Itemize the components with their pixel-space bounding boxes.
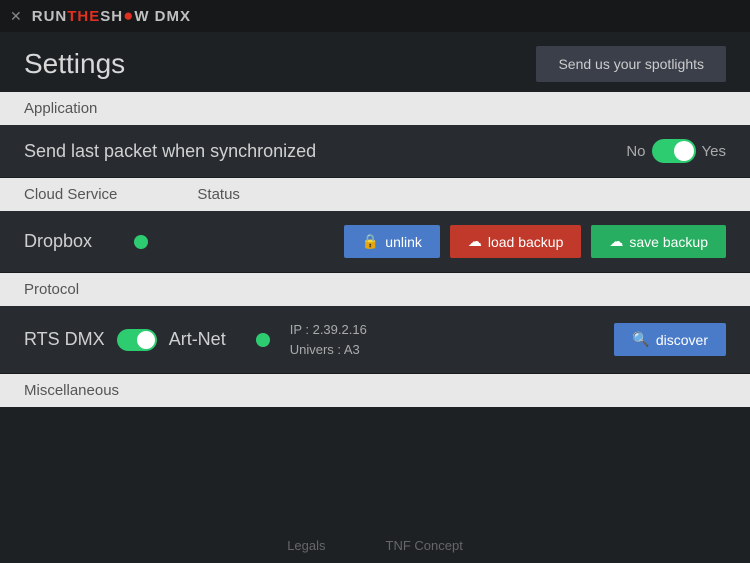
save-backup-button[interactable]: ☁ save backup	[591, 225, 726, 258]
unlink-button[interactable]: 🔒 unlink	[344, 225, 440, 258]
sync-toggle[interactable]	[652, 139, 696, 163]
dropbox-row: Dropbox 🔒 unlink ☁ load backup ☁ save ba…	[0, 211, 750, 273]
cloud-action-buttons: 🔒 unlink ☁ load backup ☁ save backup	[344, 225, 726, 258]
titlebar: ✕ RUNTHESH●W DMX	[0, 0, 750, 32]
app-logo: RUNTHESH●W DMX	[32, 6, 191, 26]
page-title: Settings	[24, 48, 125, 80]
protocol-row: RTS DMX Art-Net IP : 2.39.2.16 Univers :…	[0, 306, 750, 374]
protocol-toggle[interactable]	[117, 329, 157, 351]
protocol-section-header: Protocol	[0, 273, 750, 306]
legals-link[interactable]: Legals	[287, 538, 325, 553]
sync-setting-row: Send last packet when synchronized No Ye…	[0, 125, 750, 178]
rts-dmx-label: RTS DMX	[24, 329, 105, 350]
tnf-link[interactable]: TNF Concept	[386, 538, 463, 553]
load-backup-button[interactable]: ☁ load backup	[450, 225, 582, 258]
header: Settings Send us your spotlights	[0, 32, 750, 92]
toggle-knob	[674, 141, 694, 161]
sync-label: Send last packet when synchronized	[24, 141, 316, 162]
footer: Legals TNF Concept	[0, 538, 750, 553]
cloud-upload-icon: ☁	[468, 233, 482, 250]
discover-button[interactable]: 🔍 discover	[614, 323, 726, 356]
dropbox-status-dot	[134, 235, 148, 249]
miscellaneous-section-header: Miscellaneous	[0, 374, 750, 407]
cloud-service-label: Cloud Service	[24, 186, 117, 203]
spotlights-button[interactable]: Send us your spotlights	[536, 46, 726, 82]
sync-toggle-group: No Yes	[626, 139, 726, 163]
toggle-yes-label: Yes	[702, 143, 726, 160]
cloud-status-label: Status	[197, 186, 240, 203]
ip-info: IP : 2.39.2.16 Univers : A3	[290, 320, 367, 359]
toggle-no-label: No	[626, 143, 645, 160]
lock-icon: 🔒	[362, 233, 379, 250]
close-button[interactable]: ✕	[10, 8, 22, 25]
protocol-toggle-knob	[137, 331, 155, 349]
cloud-download-icon: ☁	[609, 233, 623, 250]
application-section-header: Application	[0, 92, 750, 125]
art-net-label: Art-Net	[169, 329, 226, 350]
dropbox-label: Dropbox	[24, 231, 114, 252]
search-icon: 🔍	[632, 331, 649, 348]
cloud-service-section-header: Cloud Service Status	[0, 178, 750, 211]
protocol-status-dot	[256, 333, 270, 347]
